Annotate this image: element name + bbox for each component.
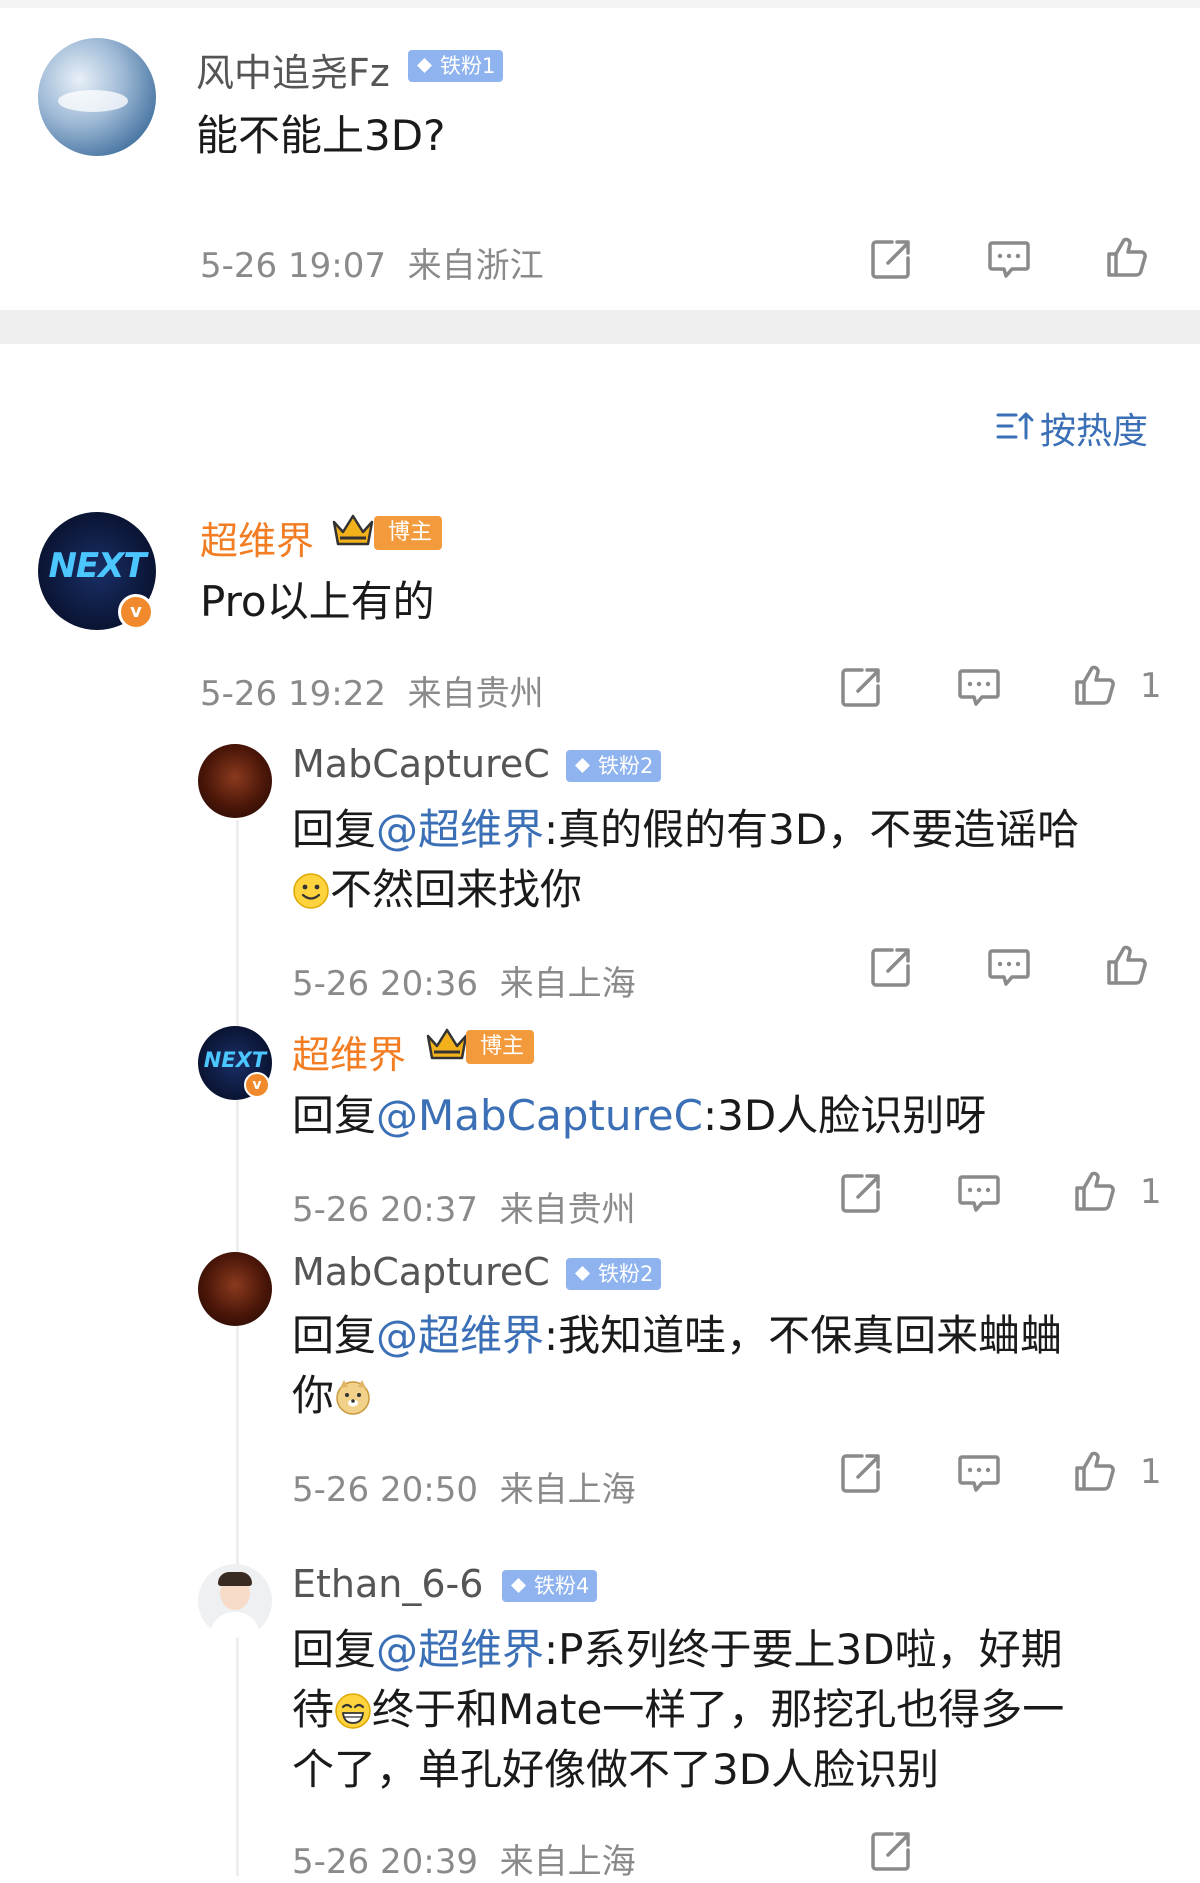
- username[interactable]: Ethan_6-6: [292, 1562, 483, 1606]
- reply-prefix: 回复: [292, 1091, 377, 1140]
- like-count: 1: [1140, 1172, 1162, 1212]
- reply-text: 回复@MabCaptureC:3D人脸识别呀: [292, 1086, 986, 1146]
- username[interactable]: 风中追尧Fz: [196, 42, 390, 97]
- reply-text: 回复@超维界:我知道哇，不保真回来蛐蛐 你: [292, 1306, 1172, 1426]
- fan-badge: 铁粉1: [408, 50, 504, 82]
- mention-link[interactable]: @超维界: [376, 805, 544, 854]
- like-count: 1: [1140, 666, 1162, 706]
- mention-link[interactable]: @超维界: [376, 1311, 544, 1360]
- comment-time: 5-26 20:36 来自上海: [292, 964, 636, 1004]
- username[interactable]: 超维界: [292, 1024, 406, 1079]
- reply-body: :我知道哇，不保真回来蛐蛐: [544, 1311, 1063, 1360]
- like-icon[interactable]: [1072, 662, 1118, 708]
- mention-link[interactable]: @MabCaptureC: [376, 1091, 703, 1140]
- section-divider: [0, 310, 1200, 344]
- reply-text: 回复@超维界:P系列终于要上3D啦，好期 待 终于和Mate一样了，那挖孔也得多…: [292, 1620, 1172, 1800]
- share-icon[interactable]: [838, 1450, 884, 1496]
- reply-body-line2b: 终于和Mate一样了，那挖孔也得多一: [372, 1685, 1065, 1734]
- crown-icon: [424, 1026, 470, 1064]
- fan-badge-label: 铁粉1: [440, 54, 496, 78]
- fan-badge-label: 铁粉2: [598, 754, 654, 778]
- comment-time: 5-26 20:37 来自贵州: [292, 1190, 636, 1230]
- fan-badge: 铁粉2: [566, 1258, 662, 1290]
- avatar[interactable]: [198, 744, 272, 818]
- diamond-icon: [574, 757, 591, 774]
- reply-body-line2: 不然回来找你: [330, 865, 583, 914]
- avatar-hair: [218, 1572, 252, 1586]
- fan-badge: 铁粉4: [502, 1570, 598, 1602]
- reply-body-line2a: 待: [292, 1685, 335, 1734]
- comment-icon[interactable]: [956, 1450, 1002, 1496]
- comment-text: Pro以上有的: [200, 577, 435, 626]
- smile-emoji: [293, 873, 329, 909]
- diamond-icon: [416, 57, 433, 74]
- comment-text: 能不能上3D?: [196, 111, 446, 160]
- blogger-badge: 博主: [466, 1030, 535, 1064]
- sort-label: 按热度: [1040, 411, 1149, 452]
- reply-body-line3: 个了，单孔好像做不了3D人脸识别: [292, 1745, 940, 1794]
- avatar[interactable]: [198, 1252, 272, 1326]
- top-divider: [0, 0, 1200, 8]
- like-icon[interactable]: [1072, 1448, 1118, 1494]
- comment-time: 5-26 19:07 来自浙江: [200, 246, 544, 286]
- fan-badge: 铁粉2: [566, 750, 662, 782]
- diamond-icon: [510, 1577, 527, 1594]
- like-icon[interactable]: [1072, 1168, 1118, 1214]
- fan-badge-label: 铁粉2: [598, 1262, 654, 1286]
- grin-emoji: [335, 1693, 371, 1729]
- reply-body: :3D人脸识别呀: [702, 1091, 987, 1140]
- reply-body: :P系列终于要上3D啦，好期: [544, 1625, 1063, 1674]
- avatar[interactable]: [38, 38, 156, 156]
- comment-icon[interactable]: [956, 664, 1002, 710]
- comment-time: 5-26 20:50 来自上海: [292, 1470, 636, 1510]
- comment-icon[interactable]: [986, 236, 1032, 282]
- like-icon[interactable]: [1104, 942, 1150, 988]
- reply-prefix: 回复: [292, 1625, 377, 1674]
- avatar[interactable]: [198, 1564, 272, 1638]
- like-count: 1: [1140, 1452, 1162, 1492]
- mention-link[interactable]: @超维界: [376, 1625, 544, 1674]
- share-icon[interactable]: [868, 1828, 914, 1874]
- reply-body-line2: 你: [292, 1371, 335, 1420]
- like-icon[interactable]: [1104, 234, 1150, 280]
- sort-icon: [996, 412, 1034, 440]
- comment-icon[interactable]: [956, 1170, 1002, 1216]
- doge-emoji: [336, 1380, 370, 1415]
- share-icon[interactable]: [838, 1170, 884, 1216]
- thread-line: [236, 820, 239, 1876]
- diamond-icon: [574, 1265, 591, 1282]
- reply-prefix: 回复: [292, 805, 377, 854]
- avatar-logo-text: NEXT: [48, 546, 146, 586]
- blogger-badge: 博主: [374, 516, 443, 550]
- reply-body: :真的假的有3D，不要造谣哈: [544, 805, 1080, 854]
- reply-prefix: 回复: [292, 1311, 377, 1360]
- avatar-shirt: [210, 1612, 260, 1638]
- username[interactable]: MabCaptureC: [292, 742, 550, 786]
- crown-icon: [330, 512, 376, 550]
- comment-time: 5-26 19:22 来自贵州: [200, 674, 544, 714]
- verified-icon: v: [118, 594, 154, 630]
- cloud-shape: [58, 90, 128, 112]
- share-icon[interactable]: [868, 236, 914, 282]
- avatar-logo-text: NEXT: [203, 1048, 267, 1072]
- comment-icon[interactable]: [986, 944, 1032, 990]
- fan-badge-label: 铁粉4: [534, 1574, 590, 1598]
- share-icon[interactable]: [838, 664, 884, 710]
- username[interactable]: 超维界: [200, 510, 314, 565]
- verified-icon: v: [244, 1072, 270, 1098]
- reply-text: 回复@超维界:真的假的有3D，不要造谣哈 不然回来找你: [292, 800, 1172, 920]
- username[interactable]: MabCaptureC: [292, 1250, 550, 1294]
- share-icon[interactable]: [868, 944, 914, 990]
